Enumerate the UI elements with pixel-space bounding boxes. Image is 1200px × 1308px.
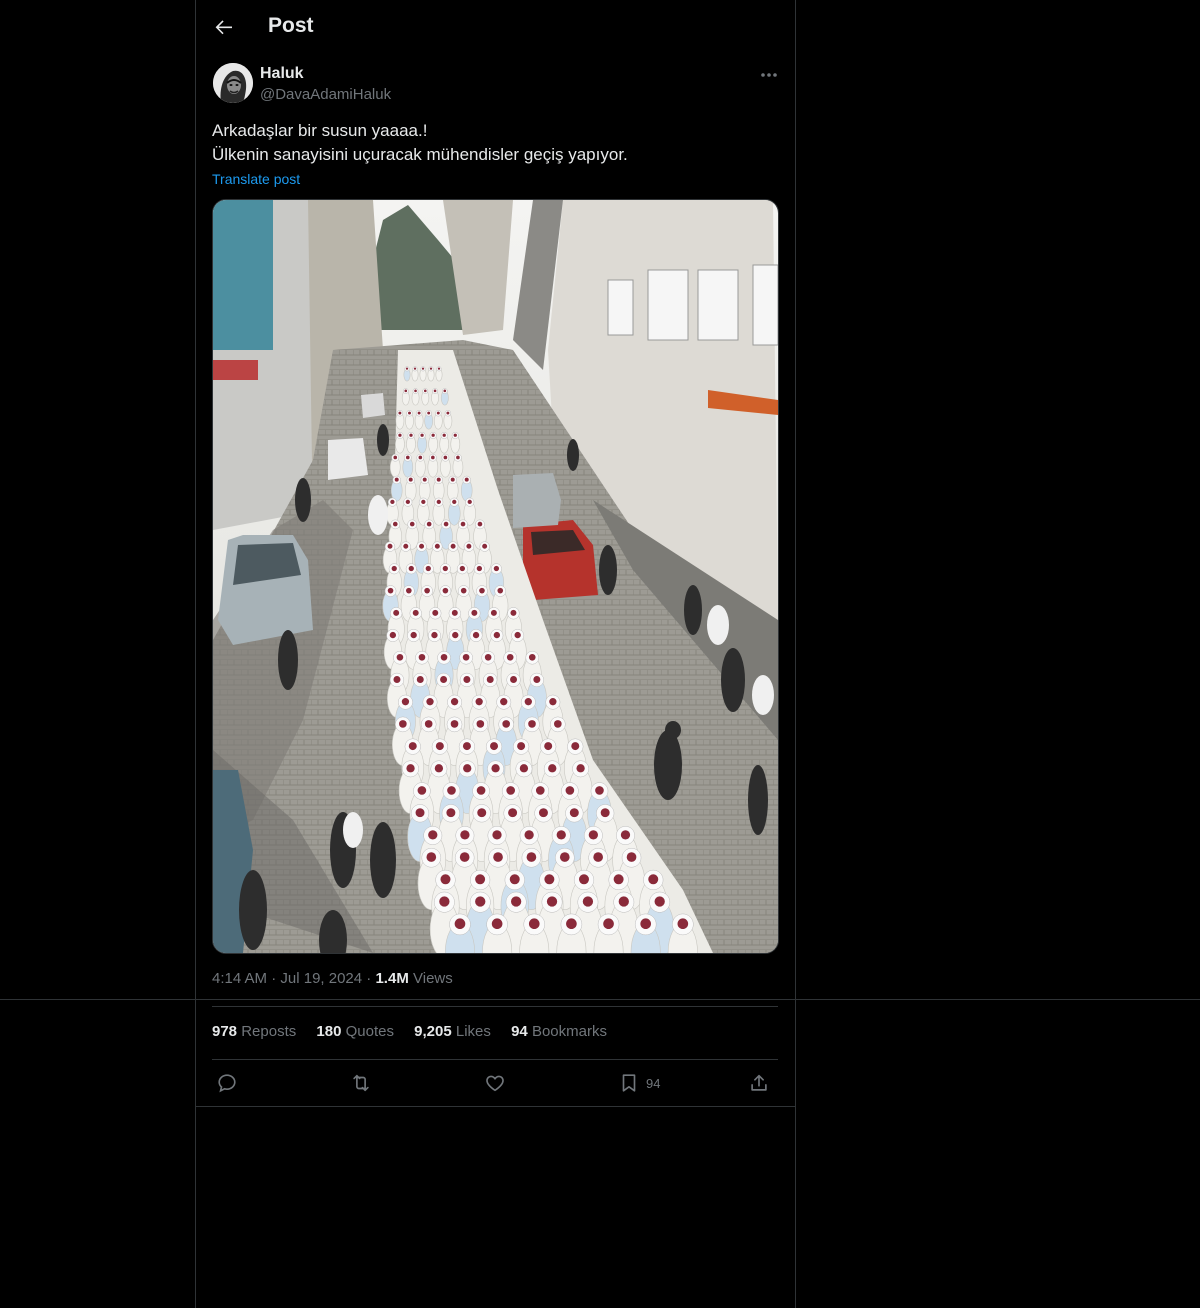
more-options-button[interactable] <box>758 64 780 86</box>
post-text: Arkadaşlar bir susun yaaaa.! Ülkenin san… <box>212 119 778 167</box>
author-handle[interactable]: @DavaAdamiHaluk <box>260 86 391 103</box>
arrow-left-icon <box>215 20 232 35</box>
repost-button[interactable] <box>350 1071 372 1095</box>
post-text-line: Ülkenin sanayisini uçuracak mühendisler … <box>212 145 628 164</box>
bookmark-icon <box>622 1074 636 1092</box>
page-header: Post <box>196 0 795 54</box>
likes-stat[interactable]: 9,205 Likes <box>414 1023 491 1040</box>
back-button[interactable] <box>212 15 236 39</box>
share-icon <box>751 1074 767 1091</box>
views-count: 1.4M <box>375 970 409 987</box>
reposts-stat[interactable]: 978 Reposts <box>212 1023 296 1040</box>
post-date[interactable]: Jul 19, 2024 <box>280 970 362 987</box>
bookmark-button[interactable]: 94 <box>618 1071 660 1095</box>
action-bar: 94 <box>212 1071 778 1095</box>
post-image[interactable] <box>212 199 779 954</box>
bookmarks-stat[interactable]: 94 Bookmarks <box>511 1023 607 1040</box>
avatar[interactable] <box>213 63 253 103</box>
street-procession-photo <box>213 200 778 953</box>
translate-post-link[interactable]: Translate post <box>212 171 300 187</box>
engagement-stats: 978 Reposts 180 Quotes 9,205 Likes 94 Bo… <box>212 1023 623 1040</box>
like-button[interactable] <box>484 1071 506 1095</box>
author-name[interactable]: Haluk <box>260 65 304 83</box>
share-button[interactable] <box>748 1071 770 1095</box>
reply-icon <box>218 1074 236 1093</box>
heart-icon <box>486 1075 504 1092</box>
post-meta: 4:14 AM · Jul 19, 2024 · 1.4M Views <box>212 970 453 987</box>
quotes-stat[interactable]: 180 Quotes <box>316 1023 394 1040</box>
divider <box>212 1006 778 1007</box>
divider <box>196 1106 795 1107</box>
views-label: Views <box>413 970 453 987</box>
post-time[interactable]: 4:14 AM <box>212 970 267 987</box>
page-title: Post <box>268 14 314 37</box>
more-horizontal-icon <box>761 73 777 77</box>
reply-button[interactable] <box>216 1071 238 1095</box>
bookmark-count: 94 <box>646 1075 661 1091</box>
repost-icon <box>353 1074 369 1092</box>
divider <box>212 1059 778 1060</box>
post-text-line: Arkadaşlar bir susun yaaaa.! <box>212 121 428 140</box>
main-column: Post Haluk @DavaAdamiHaluk Arkadaşlar bi… <box>195 0 796 1308</box>
avatar-image <box>213 63 253 103</box>
